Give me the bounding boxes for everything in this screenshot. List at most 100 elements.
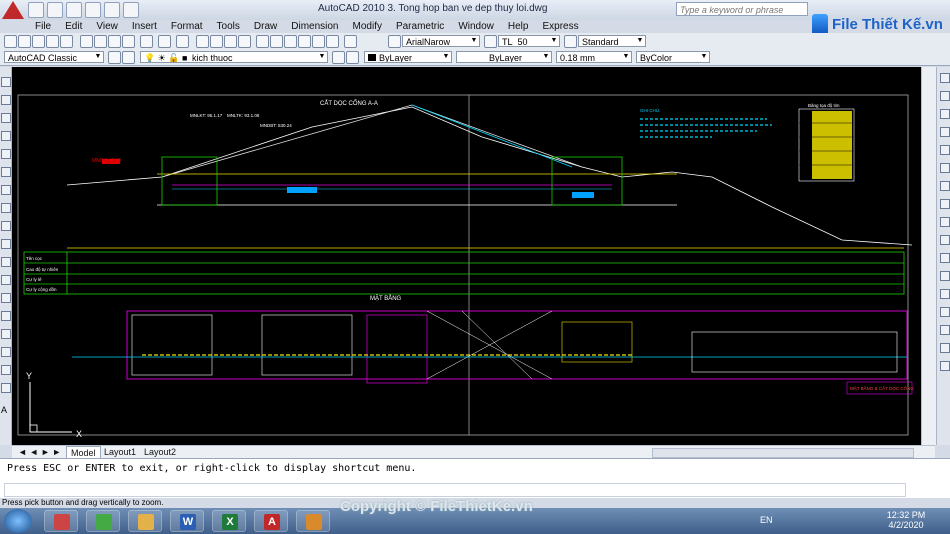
array-icon[interactable] xyxy=(940,145,950,155)
break-icon[interactable] xyxy=(940,271,950,281)
make-current-layer-icon[interactable] xyxy=(332,51,345,64)
table-style-select[interactable]: Standard ▼ xyxy=(578,35,646,47)
layer-previous-icon[interactable] xyxy=(346,51,359,64)
ellipse-icon[interactable] xyxy=(1,239,11,249)
color-select[interactable]: ByLayer ▼ xyxy=(364,51,452,63)
tab-layout1[interactable]: Layout1 xyxy=(100,446,140,458)
line-icon[interactable] xyxy=(1,77,11,87)
new-file-icon[interactable] xyxy=(28,2,44,18)
undo-icon[interactable] xyxy=(158,35,171,48)
hatch-icon[interactable] xyxy=(1,329,11,339)
match-properties-icon[interactable] xyxy=(122,35,135,48)
mirror-icon[interactable] xyxy=(940,109,950,119)
explode-icon[interactable] xyxy=(940,343,950,353)
table-icon[interactable] xyxy=(1,383,11,393)
trim-icon[interactable] xyxy=(940,235,950,245)
tab-layout2[interactable]: Layout2 xyxy=(140,446,180,458)
drawing-canvas[interactable]: MNC 8.48.75 CẮT DỌC CỐNG A-A MNLKT: 95.1… xyxy=(12,67,921,445)
dim-style-select[interactable]: TL_50 ▼ xyxy=(498,35,560,47)
menu-modify[interactable]: Modify xyxy=(346,20,389,33)
taskbar-excel[interactable]: X xyxy=(212,510,246,532)
autocad-logo-icon[interactable] xyxy=(2,1,24,19)
help-search-input[interactable]: Type a keyword or phrase xyxy=(676,2,808,16)
copy-object-icon[interactable] xyxy=(940,91,950,101)
scale-icon[interactable] xyxy=(940,199,950,209)
menu-parametric[interactable]: Parametric xyxy=(389,20,451,33)
draw-order-icon[interactable] xyxy=(940,361,950,371)
workspace-select[interactable]: AutoCAD Classic ▼ xyxy=(4,51,104,63)
save-icon[interactable] xyxy=(32,35,45,48)
taskbar-autocad[interactable]: A xyxy=(254,510,288,532)
block-editor-icon[interactable] xyxy=(140,35,153,48)
rotate-icon[interactable] xyxy=(940,181,950,191)
arc-icon[interactable] xyxy=(1,167,11,177)
help-icon[interactable] xyxy=(344,35,357,48)
command-input[interactable] xyxy=(4,483,906,497)
workspace-settings-icon[interactable] xyxy=(108,51,121,64)
erase-icon[interactable] xyxy=(940,73,950,83)
layer-manager-icon[interactable] xyxy=(122,51,135,64)
table-style-icon[interactable] xyxy=(564,35,577,48)
text-style-select[interactable]: ArialNarow ▼ xyxy=(402,35,480,47)
save-icon[interactable] xyxy=(66,2,82,18)
polygon-icon[interactable] xyxy=(1,131,11,141)
taskbar-paint[interactable] xyxy=(296,510,330,532)
menu-express[interactable]: Express xyxy=(535,20,585,33)
language-indicator[interactable]: EN xyxy=(760,515,773,525)
quickcalc-icon[interactable] xyxy=(326,35,339,48)
region-icon[interactable] xyxy=(1,365,11,375)
menu-format[interactable]: Format xyxy=(164,20,210,33)
copy-icon[interactable] xyxy=(94,35,107,48)
menu-tools[interactable]: Tools xyxy=(210,20,247,33)
multiline-text-icon[interactable]: A xyxy=(1,405,7,415)
start-button-icon[interactable] xyxy=(4,509,32,533)
redo-icon[interactable] xyxy=(176,35,189,48)
redo-icon[interactable] xyxy=(104,2,120,18)
pan-icon[interactable] xyxy=(196,35,209,48)
taskbar-word[interactable]: W xyxy=(170,510,204,532)
menu-draw[interactable]: Draw xyxy=(247,20,284,33)
sheet-set-icon[interactable] xyxy=(298,35,311,48)
menu-window[interactable]: Window xyxy=(451,20,501,33)
design-center-icon[interactable] xyxy=(270,35,283,48)
vertical-scrollbar[interactable] xyxy=(921,67,936,445)
circle-icon[interactable] xyxy=(1,185,11,195)
revision-cloud-icon[interactable] xyxy=(1,203,11,213)
insert-block-icon[interactable] xyxy=(1,275,11,285)
plotstyle-select[interactable]: ByColor ▼ xyxy=(636,51,710,63)
menu-view[interactable]: View xyxy=(89,20,125,33)
taskbar-explorer[interactable] xyxy=(128,510,162,532)
properties-icon[interactable] xyxy=(256,35,269,48)
plot-preview-icon[interactable] xyxy=(60,35,73,48)
spline-icon[interactable] xyxy=(1,221,11,231)
zoom-previous-icon[interactable] xyxy=(238,35,251,48)
clock[interactable]: 12:32 PM 4/2/2020 xyxy=(878,510,934,530)
zoom-window-icon[interactable] xyxy=(224,35,237,48)
menu-dimension[interactable]: Dimension xyxy=(284,20,345,33)
text-style-icon[interactable] xyxy=(388,35,401,48)
markup-icon[interactable] xyxy=(312,35,325,48)
cut-icon[interactable] xyxy=(80,35,93,48)
tool-palettes-icon[interactable] xyxy=(284,35,297,48)
chamfer-icon[interactable] xyxy=(940,307,950,317)
menu-help[interactable]: Help xyxy=(501,20,536,33)
fillet-icon[interactable] xyxy=(940,325,950,335)
ellipse-arc-icon[interactable] xyxy=(1,257,11,267)
construction-line-icon[interactable] xyxy=(1,95,11,105)
open-icon[interactable] xyxy=(18,35,31,48)
polyline-icon[interactable] xyxy=(1,113,11,123)
lineweight-select[interactable]: 0.18 mm ▼ xyxy=(556,51,632,63)
move-icon[interactable] xyxy=(940,163,950,173)
layer-select[interactable]: 💡 ☀ 🔓 ■ kich thuoc ▼ xyxy=(140,51,328,63)
open-file-icon[interactable] xyxy=(47,2,63,18)
menu-edit[interactable]: Edit xyxy=(58,20,89,33)
point-icon[interactable] xyxy=(1,311,11,321)
offset-icon[interactable] xyxy=(940,127,950,137)
rectangle-icon[interactable] xyxy=(1,149,11,159)
dim-style-icon[interactable] xyxy=(484,35,497,48)
taskbar-app-1[interactable] xyxy=(44,510,78,532)
print-icon[interactable] xyxy=(46,35,59,48)
horizontal-scrollbar[interactable] xyxy=(652,448,914,458)
undo-icon[interactable] xyxy=(85,2,101,18)
make-block-icon[interactable] xyxy=(1,293,11,303)
